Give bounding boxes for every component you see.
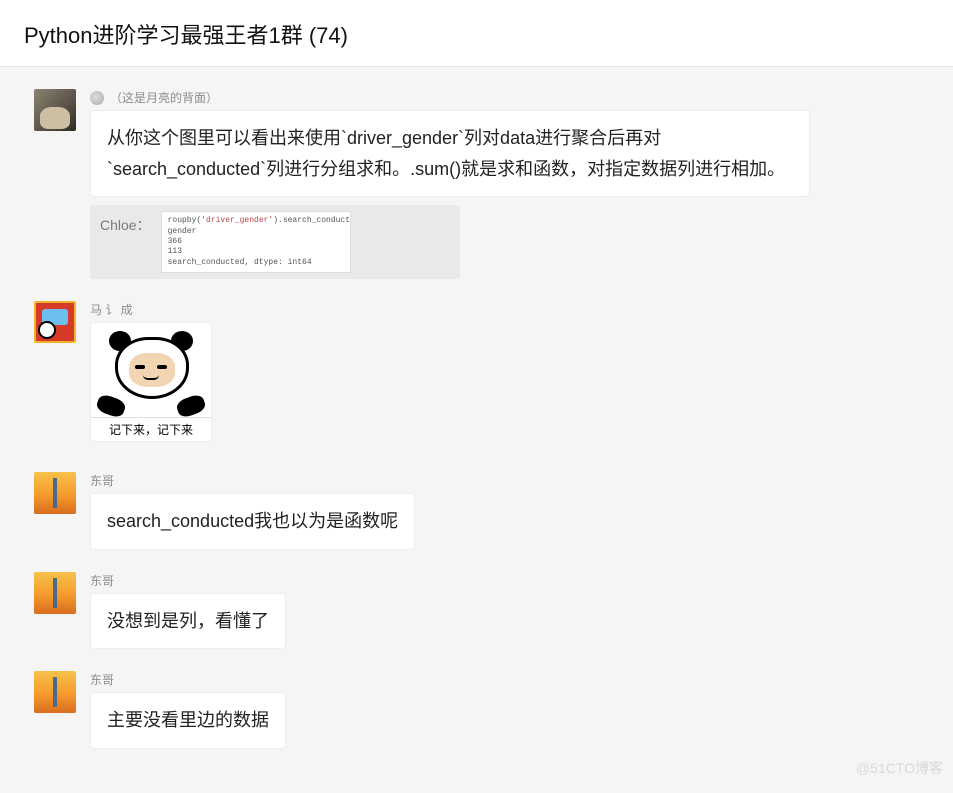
message-text: 主要没看里边的数据 [107,710,269,730]
sender-line: 马 讠 成 [90,301,933,318]
message-text: search_conducted我也以为是函数呢 [107,511,398,531]
grade-badge-icon [90,91,104,105]
avatar[interactable] [34,572,76,614]
sender-name: 东哥 [90,671,114,688]
chat-message: 东哥 没想到是列，看懂了 [0,566,953,656]
chat-message: 马 讠 成 记下来，记下来 [0,295,953,448]
avatar[interactable] [34,301,76,343]
message-bubble[interactable]: 从你这个图里可以看出来使用`driver_gender`列对data进行聚合后再… [90,110,810,197]
quoted-code-image: roupby('driver_gender').search_conducte … [161,211,351,273]
chat-header: Python进阶学习最强王者1群 (74) [0,0,953,67]
sender-name: 马 讠 成 [90,301,133,318]
avatar[interactable] [34,472,76,514]
avatar[interactable] [34,89,76,131]
sticker-image [91,323,211,417]
sender-line: 东哥 [90,671,933,688]
sticker-caption: 记下来，记下来 [91,417,211,441]
chat-message: 东哥 主要没看里边的数据 [0,665,953,755]
chat-body[interactable]: （这是月亮的背面） 从你这个图里可以看出来使用`driver_gender`列对… [0,67,953,793]
sender-line: 东哥 [90,472,933,489]
chat-title: Python进阶学习最强王者1群 (74) [24,18,933,50]
chat-message: 东哥 search_conducted我也以为是函数呢 [0,466,953,556]
avatar[interactable] [34,671,76,713]
sender-name: 东哥 [90,572,114,589]
message-text: 没想到是列，看懂了 [107,611,269,631]
message-bubble[interactable]: search_conducted我也以为是函数呢 [90,493,415,550]
message-bubble[interactable]: 没想到是列，看懂了 [90,593,286,650]
message-text: 从你这个图里可以看出来使用`driver_gender`列对data进行聚合后再… [107,128,785,179]
message-bubble[interactable]: 主要没看里边的数据 [90,692,286,749]
chat-message: （这是月亮的背面） 从你这个图里可以看出来使用`driver_gender`列对… [0,83,953,285]
sender-line: 东哥 [90,572,933,589]
sender-line: （这是月亮的背面） [90,89,933,106]
sticker-message[interactable]: 记下来，记下来 [90,322,212,442]
sender-name: （这是月亮的背面） [110,89,218,106]
sender-name: 东哥 [90,472,114,489]
quoted-sender: Chloe： [100,211,151,235]
quoted-message[interactable]: Chloe： roupby('driver_gender').search_co… [90,205,460,279]
